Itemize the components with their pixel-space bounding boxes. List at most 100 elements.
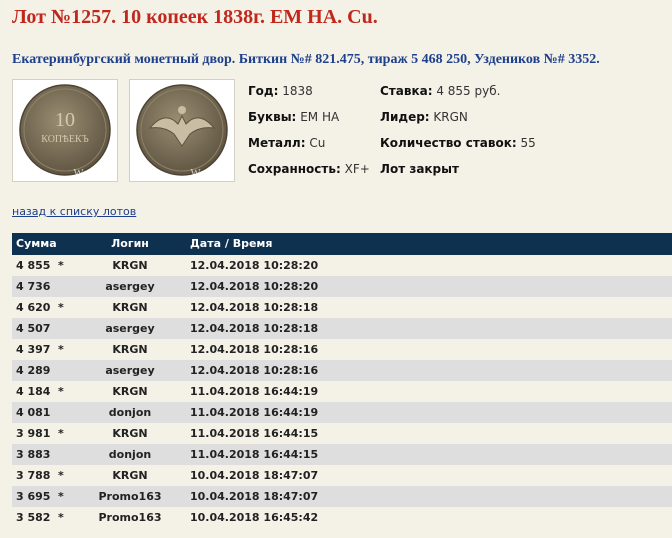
table-row: 3 788 * KRGN 10.04.2018 18:47:07 [12, 465, 672, 486]
metal-field: Металл: Cu [248, 136, 325, 150]
watermark-text: Wolmar [73, 167, 108, 179]
bid-sum: 4 855 [16, 259, 51, 272]
table-row: 4 397 * KRGN 12.04.2018 10:28:16 [12, 339, 672, 360]
bid-datetime: 12.04.2018 10:28:18 [190, 301, 319, 314]
lot-title: Лот №1257. 10 копеек 1838г. ЕМ НА. Cu. [12, 6, 378, 28]
letters-value: ЕМ НА [300, 110, 340, 124]
bid-datetime: 11.04.2018 16:44:15 [190, 448, 319, 461]
lot-status: Лот закрыт [380, 162, 459, 176]
bid-datetime: 11.04.2018 16:44:15 [190, 427, 319, 440]
table-row: 4 289 asergey 12.04.2018 10:28:16 [12, 360, 672, 381]
year-label: Год: [248, 84, 279, 98]
condition-label: Сохранность: [248, 162, 341, 176]
leader-value: KRGN [433, 110, 468, 124]
bid-sum: 4 081 [16, 406, 51, 419]
bid-field: Ставка: 4 855 руб. [380, 84, 500, 98]
coin-denomination-word: КОПѢЕКЪ [41, 134, 88, 145]
bid-star: * [58, 490, 64, 503]
bid-star: * [58, 385, 64, 398]
bid-login: asergey [105, 364, 155, 377]
coin-reverse-icon: Wolmar [136, 84, 228, 179]
bid-login: KRGN [112, 343, 148, 356]
table-row: 3 695 * Promo163 10.04.2018 18:47:07 [12, 486, 672, 507]
bid-login: KRGN [112, 385, 148, 398]
bid-datetime: 12.04.2018 10:28:18 [190, 322, 319, 335]
bid-value: 4 855 руб. [436, 84, 501, 98]
lot-subtitle: Екатеринбургский монетный двор. Биткин №… [12, 52, 600, 67]
bid-datetime: 12.04.2018 10:28:16 [190, 364, 319, 377]
bid-star: * [58, 259, 64, 272]
bid-login: Promo163 [98, 490, 162, 503]
lot-status-text: Лот закрыт [380, 162, 459, 176]
table-row: 3 883 donjon 11.04.2018 16:44:15 [12, 444, 672, 465]
coin-obverse-icon: 10 КОПѢЕКЪ Wolmar [19, 84, 111, 179]
bids-count-label: Количество ставок: [380, 136, 517, 150]
metal-label: Металл: [248, 136, 306, 150]
bid-star: * [58, 469, 64, 482]
table-row: 4 855 * KRGN 12.04.2018 10:28:20 [12, 255, 672, 276]
bid-login: donjon [108, 448, 152, 461]
condition-value: XF+ [344, 162, 370, 176]
bid-datetime: 12.04.2018 10:28:20 [190, 280, 319, 293]
bid-sum: 3 582 [16, 511, 51, 524]
bids-table-header: Сумма Логин Дата / Время [12, 233, 672, 255]
header-datetime: Дата / Время [190, 237, 273, 250]
bid-star: * [58, 427, 64, 440]
letters-field: Буквы: ЕМ НА [248, 110, 339, 124]
watermark-text: Wolmar [190, 167, 225, 179]
bid-sum: 4 507 [16, 322, 51, 335]
bid-login: KRGN [112, 427, 148, 440]
bid-datetime: 11.04.2018 16:44:19 [190, 385, 319, 398]
metal-value: Cu [309, 136, 326, 150]
leader-field: Лидер: KRGN [380, 110, 468, 124]
bids-count-field: Количество ставок: 55 [380, 136, 536, 150]
bid-datetime: 11.04.2018 16:44:19 [190, 406, 319, 419]
table-row: 3 981 * KRGN 11.04.2018 16:44:15 [12, 423, 672, 444]
coin-obverse-image[interactable]: 10 КОПѢЕКЪ Wolmar [12, 79, 118, 182]
header-login: Логин [111, 237, 149, 250]
bid-star: * [58, 343, 64, 356]
bid-sum: 4 397 [16, 343, 51, 356]
bid-label: Ставка: [380, 84, 433, 98]
bid-sum: 3 981 [16, 427, 51, 440]
bid-datetime: 12.04.2018 10:28:16 [190, 343, 319, 356]
bid-sum: 3 788 [16, 469, 51, 482]
bid-datetime: 10.04.2018 16:45:42 [190, 511, 319, 524]
bid-login: KRGN [112, 301, 148, 314]
letters-label: Буквы: [248, 110, 297, 124]
table-row: 4 736 asergey 12.04.2018 10:28:20 [12, 276, 672, 297]
bids-table-body: 4 855 * KRGN 12.04.2018 10:28:20 4 736 aserge… [12, 255, 672, 528]
table-row: 4 081 donjon 11.04.2018 16:44:19 [12, 402, 672, 423]
bid-datetime: 10.04.2018 18:47:07 [190, 490, 319, 503]
bid-login: KRGN [112, 469, 148, 482]
table-row: 4 620 * KRGN 12.04.2018 10:28:18 [12, 297, 672, 318]
bid-star: * [58, 511, 64, 524]
bid-login: asergey [105, 280, 155, 293]
condition-field: Сохранность: XF+ [248, 162, 370, 176]
coin-reverse-image[interactable]: Wolmar [129, 79, 235, 182]
leader-label: Лидер: [380, 110, 430, 124]
bid-sum: 4 736 [16, 280, 51, 293]
back-to-lots-link[interactable]: назад к списку лотов [12, 205, 136, 218]
table-row: 3 582 * Promo163 10.04.2018 16:45:42 [12, 507, 672, 528]
bid-star: * [58, 301, 64, 314]
bid-datetime: 12.04.2018 10:28:20 [190, 259, 319, 272]
bid-sum: 4 289 [16, 364, 51, 377]
bid-login: asergey [105, 322, 155, 335]
year-value: 1838 [282, 84, 313, 98]
bids-table: Сумма Логин Дата / Время 4 855 * KRGN 12.04… [12, 233, 672, 528]
table-row: 4 184 * KRGN 11.04.2018 16:44:19 [12, 381, 672, 402]
table-row: 4 507 asergey 12.04.2018 10:28:18 [12, 318, 672, 339]
header-sum: Сумма [16, 237, 57, 250]
bid-login: KRGN [112, 259, 148, 272]
coin-denomination-number: 10 [55, 109, 75, 131]
bid-sum: 4 184 [16, 385, 51, 398]
bid-sum: 3 695 [16, 490, 51, 503]
bid-datetime: 10.04.2018 18:47:07 [190, 469, 319, 482]
bids-count-value: 55 [520, 136, 536, 150]
year-field: Год: 1838 [248, 84, 313, 98]
bid-login: Promo163 [98, 511, 162, 524]
bid-login: donjon [108, 406, 152, 419]
bid-sum: 3 883 [16, 448, 51, 461]
bid-sum: 4 620 [16, 301, 51, 314]
